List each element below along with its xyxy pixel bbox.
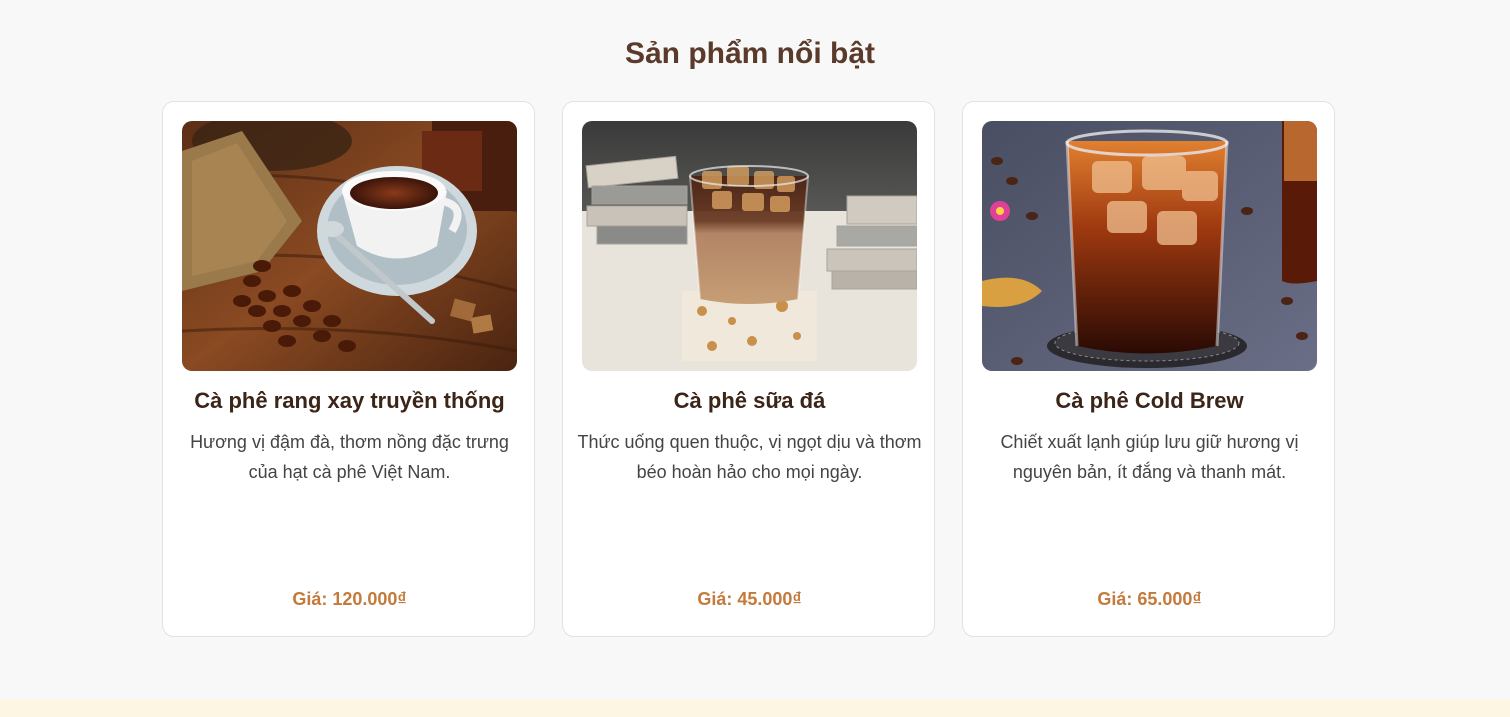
featured-products-section: Sản phẩm nổi bật Cà phê rang xay truyền … [0, 0, 1510, 700]
product-image-iced-milk-coffee [582, 121, 917, 371]
product-name[interactable]: Cà phê Cold Brew [973, 386, 1326, 416]
product-price: Giá: 120.000₫ [292, 589, 407, 609]
product-price: Giá: 65.000₫ [1097, 589, 1202, 609]
product-card[interactable]: Cà phê Cold Brew Chiết xuất lạnh giúp lư… [962, 101, 1335, 637]
footer-band [0, 700, 1510, 717]
product-price: Giá: 45.000₫ [697, 589, 802, 609]
product-image-coffee-cup [182, 121, 517, 371]
section-title: Sản phẩm nổi bật [624, 37, 876, 70]
product-image-cold-brew [982, 121, 1317, 371]
product-grid: Cà phê rang xay truyền thống Hương vị đậ… [162, 101, 1338, 639]
product-description: Thức uống quen thuộc, vị ngọt dịu và thơ… [577, 432, 922, 482]
product-description: Hương vị đậm đà, thơm nồng đặc trưng của… [190, 432, 509, 482]
product-card[interactable]: Cà phê sữa đá Thức uống quen thuộc, vị n… [562, 101, 935, 637]
product-name[interactable]: Cà phê sữa đá [573, 386, 926, 416]
product-card[interactable]: Cà phê rang xay truyền thống Hương vị đậ… [162, 101, 535, 637]
product-description: Chiết xuất lạnh giúp lưu giữ hương vị ng… [1000, 432, 1299, 482]
product-name[interactable]: Cà phê rang xay truyền thống [173, 386, 526, 416]
